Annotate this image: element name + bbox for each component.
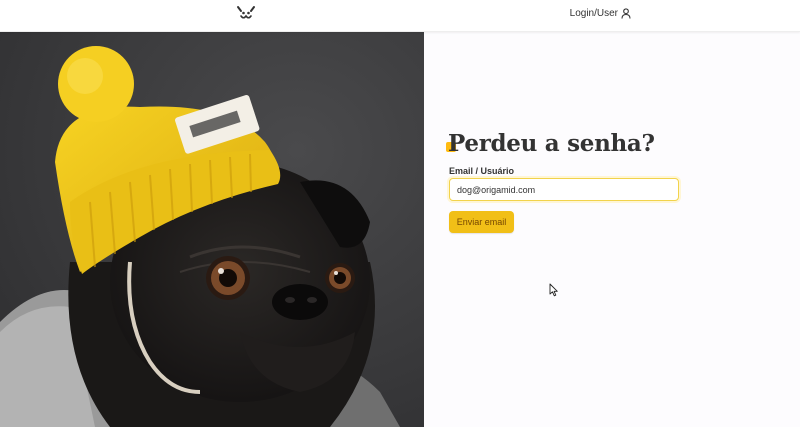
lost-password-panel: Perdeu a senha? Email / Usuário Enviar e… bbox=[424, 32, 800, 427]
page-title: Perdeu a senha? bbox=[448, 130, 655, 157]
mouse-cursor-icon bbox=[549, 283, 558, 297]
pug-photo bbox=[0, 32, 424, 427]
login-label: Login/User bbox=[569, 8, 618, 19]
site-header: Login/User bbox=[0, 0, 800, 32]
email-input[interactable] bbox=[449, 178, 679, 201]
title-wrap: Perdeu a senha? bbox=[446, 130, 655, 157]
pug-illustration bbox=[0, 32, 424, 427]
email-label: Email / Usuário bbox=[449, 166, 515, 176]
login-link[interactable]: Login/User bbox=[570, 8, 631, 19]
user-icon bbox=[621, 8, 631, 19]
send-email-button[interactable]: Enviar email bbox=[449, 211, 514, 233]
home-logo-link[interactable] bbox=[236, 5, 256, 23]
dog-face-icon bbox=[237, 6, 255, 19]
